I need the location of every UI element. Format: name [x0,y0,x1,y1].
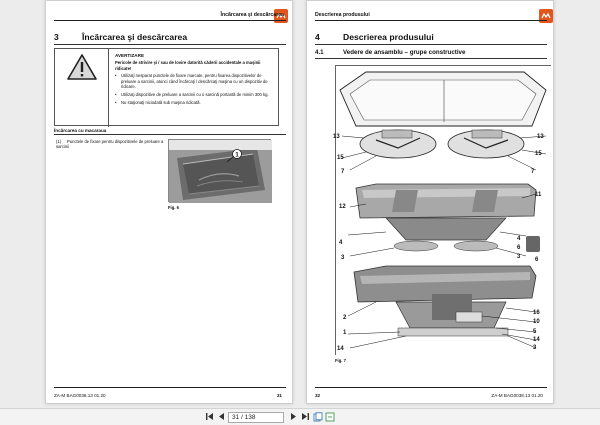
header-rule [54,20,286,21]
warning-icon-cell [55,49,109,127]
footer-doc-code: ZA-M BAG0038.13 01.20 [54,393,106,398]
first-page-icon[interactable] [204,412,214,423]
brand-logo-icon [539,9,553,23]
warning-lead: Pericole de strivire şi / sau de lovire … [115,60,261,71]
footer-doc-code: ZA-M BAG0038.13 01.20 [491,393,543,398]
section-rule [315,58,547,59]
section-number: 4.1 [315,49,324,56]
chapter-rule [54,44,286,45]
footer-rule [315,387,547,388]
last-page-icon[interactable] [300,412,310,423]
warning-title: AVERTIZARE [115,53,145,58]
section-heading: 4.1 Vedere de ansamblu – grupe constructi… [315,49,465,56]
document-page-left: Încărcarea şi descărcarea 3 Încărcarea şi… [45,0,293,404]
subsection-rule [54,134,286,135]
page-number: 31 [276,393,282,398]
header-rule [315,20,547,21]
chapter-number: 3 [54,32,59,42]
warning-bullet: Nu staţionaţi niciodată sub maşina ridic… [115,100,275,106]
chapter-heading: 3 Încărcarea şi descărcarea [54,32,187,42]
chapter-heading: 4 Descrierea produsului [315,32,434,42]
section-title: Vedere de ansamblu – grupe constructive [343,49,466,56]
warning-text: AVERTIZARE Pericole de strivire şi / sau… [115,53,275,105]
figure-7-image [335,65,552,356]
chapter-title: Descrierea produsului [343,32,434,42]
fit-page-icon[interactable] [325,412,335,423]
step-text: Punctele de fixare pentru dispozitivele … [56,139,164,150]
step-item: (1) Punctele de fixare pentru dispozitive… [56,139,166,149]
figure-7-label: Fig. 7 [335,358,346,363]
copy-page-icon[interactable] [313,412,323,423]
figure-6-image: 1 [168,139,272,203]
footer-rule [54,387,286,388]
previous-page-icon[interactable] [216,412,226,423]
chapter-number: 4 [315,32,320,42]
next-page-icon[interactable] [288,412,298,423]
figure-6-label: Fig. 6 [168,205,179,210]
page-number: 32 [315,393,321,398]
warning-bullet: Utilizaţi nesparat punctele de fixare ma… [115,73,275,89]
running-header: Încărcarea şi descărcarea [220,12,284,18]
warning-bullets: Utilizaţi nesparat punctele de fixare ma… [115,73,275,106]
warning-bullet: Utilizaţi dispozitive de preluare a sarc… [115,92,275,98]
chapter-title: Încărcarea şi descărcarea [82,32,188,42]
warning-triangle-icon [67,54,97,80]
document-page-right: Descrierea produsului 4 Descrierea produs… [306,0,554,404]
chapter-rule [315,44,547,45]
subsection-heading: Încărcarea cu macaraua [54,128,107,133]
viewer-toolbar: 31 / 138 [0,408,600,425]
running-header: Descrierea produsului [315,12,370,18]
page-number-input[interactable]: 31 / 138 [228,412,284,423]
warning-box: AVERTIZARE Pericole de strivire şi / sau… [54,48,279,127]
